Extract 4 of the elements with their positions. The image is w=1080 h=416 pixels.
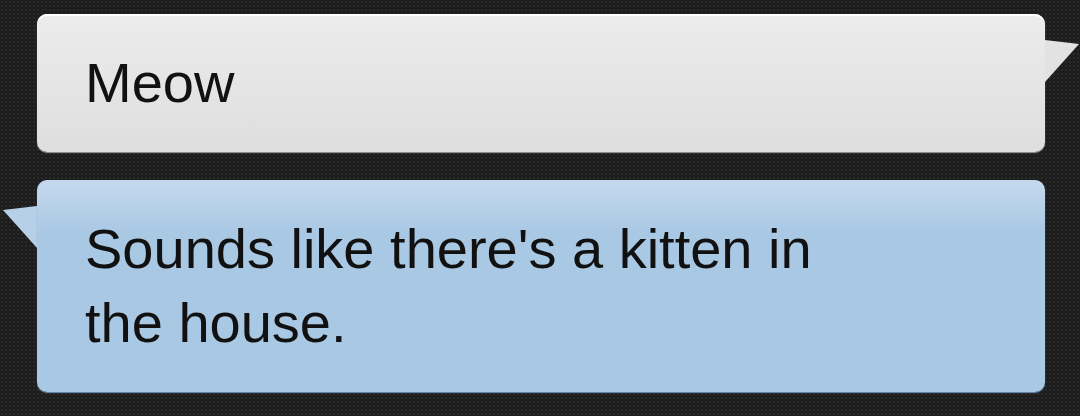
message-bubble: Meow xyxy=(37,14,1045,152)
bubble-tail xyxy=(1045,40,1080,82)
bubble-tail xyxy=(2,206,37,248)
message-bubble: Sounds like there's a kitten in the house. xyxy=(37,180,1045,392)
